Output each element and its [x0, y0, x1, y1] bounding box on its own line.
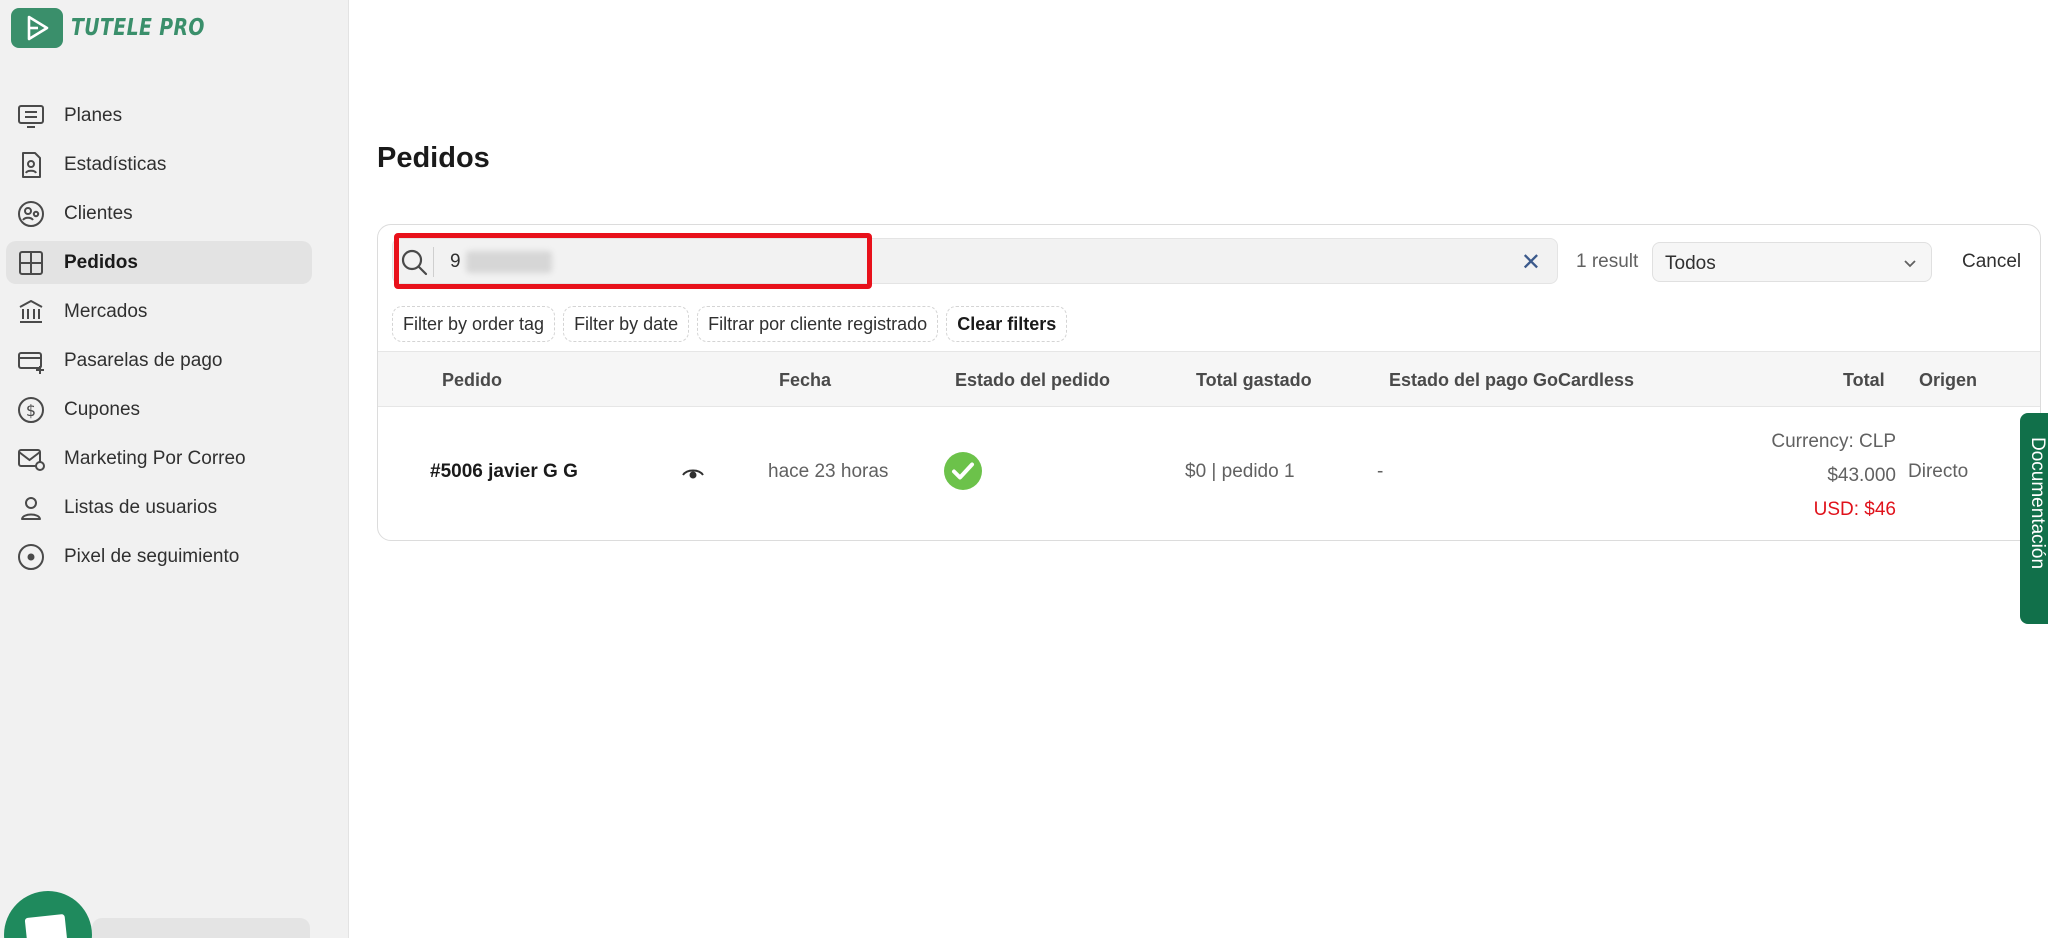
- column-header-origen[interactable]: Origen: [1919, 370, 1977, 391]
- sidebar-item-mercados[interactable]: Mercados: [6, 290, 312, 333]
- plans-icon: [12, 97, 50, 135]
- column-header-fecha[interactable]: Fecha: [779, 370, 831, 391]
- sidebar-item-label: Marketing Por Correo: [64, 447, 246, 469]
- customers-icon: [12, 195, 50, 233]
- total-spent: $0 | pedido 1: [1185, 461, 1295, 482]
- sidebar-item-pedidos[interactable]: Pedidos: [6, 241, 312, 284]
- sidebar-item-pixel[interactable]: Pixel de seguimiento: [6, 535, 312, 578]
- tracking-pixel-icon: [12, 538, 50, 576]
- payment-gateway-icon: [12, 342, 50, 380]
- sidebar-item-estadisticas[interactable]: Estadísticas: [6, 143, 312, 186]
- order-currency: Currency: CLP: [1771, 431, 1896, 452]
- search-icon: [401, 249, 428, 276]
- clear-search-icon[interactable]: ✕: [1521, 248, 1541, 277]
- documentation-tab[interactable]: Documentación: [2020, 413, 2048, 624]
- check-circle-icon: [944, 452, 982, 490]
- filter-order-tag-button[interactable]: Filter by order tag: [392, 306, 556, 342]
- brand-name: TUTELE PRO: [71, 15, 205, 41]
- chevron-down-icon: [1904, 260, 1916, 268]
- chat-icon: [24, 913, 68, 938]
- column-header-total[interactable]: Total: [1843, 370, 1885, 391]
- sidebar-item-label: Mercados: [64, 300, 148, 322]
- sidebar-item-label: Pedidos: [64, 251, 138, 273]
- status-select-value: Todos: [1665, 253, 1716, 274]
- sidebar-item-pasarelas[interactable]: Pasarelas de pago: [6, 339, 312, 382]
- filter-date-button[interactable]: Filter by date: [563, 306, 690, 342]
- search-divider: [433, 247, 434, 277]
- sidebar-item-marketing[interactable]: Marketing Por Correo: [6, 437, 312, 480]
- sidebar-item-label: Cupones: [64, 398, 141, 420]
- account-card[interactable]: [92, 918, 310, 938]
- column-header-pedido[interactable]: Pedido: [442, 370, 502, 391]
- gocardless-status: -: [1377, 461, 1384, 482]
- sidebar-item-planes[interactable]: Planes: [6, 94, 312, 137]
- sidebar: TUTELE PRO Planes Estadísticas Clientes …: [0, 0, 349, 938]
- order-total: Currency: CLP $43.000 USD: $46: [1771, 425, 1896, 527]
- chat-launcher-button[interactable]: [4, 891, 92, 938]
- stats-icon: [12, 146, 50, 184]
- page-title: Pedidos: [377, 142, 490, 174]
- sidebar-item-cupones[interactable]: $ Cupones: [6, 388, 312, 431]
- redacted-search-text: [466, 251, 552, 273]
- sidebar-item-label: Clientes: [64, 202, 133, 224]
- svg-text:$: $: [26, 401, 36, 420]
- eye-icon[interactable]: [682, 466, 704, 482]
- sidebar-item-label: Planes: [64, 104, 123, 126]
- column-header-gocardless[interactable]: Estado del pago GoCardless: [1389, 370, 1634, 391]
- status-select[interactable]: Todos: [1652, 242, 1932, 282]
- app-logo[interactable]: TUTELE PRO: [11, 8, 234, 48]
- sidebar-item-clientes[interactable]: Clientes: [6, 192, 312, 235]
- cancel-button[interactable]: Cancel: [1962, 251, 2021, 273]
- order-date: hace 23 horas: [768, 461, 889, 482]
- search-field[interactable]: 9 ✕: [392, 238, 1558, 284]
- sidebar-item-label: Listas de usuarios: [64, 496, 218, 518]
- orders-icon: [12, 244, 50, 282]
- sidebar-nav: Planes Estadísticas Clientes Pedidos Mer…: [6, 94, 312, 584]
- orders-card: 9 ✕ 1 result Todos Cancel Filter by orde…: [377, 224, 2041, 541]
- clear-filters-button[interactable]: Clear filters: [946, 306, 1068, 342]
- sidebar-item-listas[interactable]: Listas de usuarios: [6, 486, 312, 529]
- order-link[interactable]: #5006 javier G G: [430, 461, 578, 483]
- order-origin: Directo: [1908, 461, 1969, 482]
- sidebar-item-label: Pasarelas de pago: [64, 349, 223, 371]
- order-amount-usd: USD: $46: [1813, 499, 1896, 520]
- table-header: Pedido Fecha Estado del pedido Total gas…: [378, 351, 2040, 407]
- sidebar-item-label: Estadísticas: [64, 153, 167, 175]
- result-count: 1 result: [1576, 251, 1639, 272]
- column-header-estado[interactable]: Estado del pedido: [955, 370, 1110, 391]
- order-amount: $43.000: [1827, 465, 1896, 486]
- sidebar-item-label: Pixel de seguimiento: [64, 545, 240, 567]
- search-input[interactable]: 9: [450, 251, 461, 273]
- filter-chips: Filter by order tag Filter by date Filtr…: [392, 306, 1068, 342]
- markets-icon: [12, 293, 50, 331]
- coupon-icon: $: [12, 391, 50, 429]
- email-marketing-icon: [12, 440, 50, 478]
- table-row[interactable]: #5006 javier G G hace 23 horas $0 | pedi…: [378, 407, 2040, 540]
- user-lists-icon: [12, 489, 50, 527]
- filter-registered-customer-button[interactable]: Filtrar por cliente registrado: [697, 306, 939, 342]
- documentation-label: Documentación: [2027, 437, 2048, 570]
- column-header-total-gastado[interactable]: Total gastado: [1196, 370, 1312, 391]
- play-logo-icon: [11, 8, 63, 48]
